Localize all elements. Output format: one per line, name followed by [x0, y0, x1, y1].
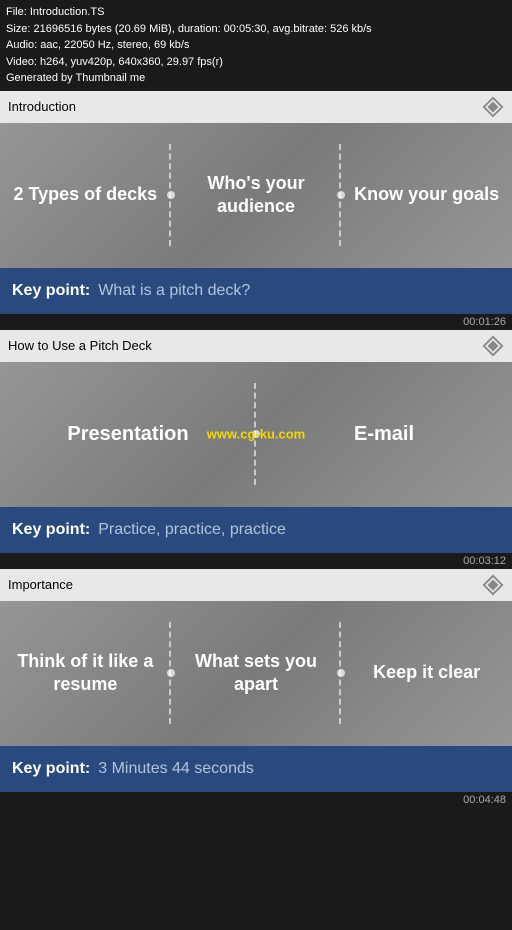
section-title-importance: Importance — [8, 577, 73, 592]
timestamp-1: 00:03:12 — [0, 553, 512, 569]
thumb-cell-0-1: Who's your audience — [171, 123, 342, 268]
section-label-introduction: Introduction — [0, 91, 512, 123]
diamond-icon-2 — [482, 335, 504, 357]
file-info-line5: Generated by Thumbnail me — [6, 70, 506, 87]
key-point-text-0: What is a pitch deck? — [98, 282, 250, 300]
key-point-label-2: Key point: — [12, 760, 90, 778]
section-introduction: Introduction 2 Types of decks Who's your… — [0, 91, 512, 330]
thumb-cell-1-0: Presentation — [0, 362, 256, 507]
file-info-line1: File: Introduction.TS — [6, 4, 506, 21]
thumb-section-importance: Think of it like a resume What sets you … — [0, 601, 512, 746]
key-point-text-1: Practice, practice, practice — [98, 521, 286, 539]
key-point-label-1: Key point: — [12, 521, 90, 539]
section-title-how-to-use: How to Use a Pitch Deck — [8, 338, 152, 353]
thumb-cell-0-0: 2 Types of decks — [0, 123, 171, 268]
file-info-line2: Size: 21696516 bytes (20.69 MiB), durati… — [6, 21, 506, 38]
timestamp-2: 00:04:48 — [0, 792, 512, 808]
key-point-text-2: 3 Minutes 44 seconds — [98, 760, 254, 778]
file-info-line3: Audio: aac, 22050 Hz, stereo, 69 kb/s — [6, 37, 506, 54]
divider-dot-2 — [337, 191, 345, 199]
thumb-grid-introduction: 2 Types of decks Who's your audience Kno… — [0, 123, 512, 268]
divider-dot-5 — [337, 669, 345, 677]
section-label-how-to-use: How to Use a Pitch Deck — [0, 330, 512, 362]
section-how-to-use: How to Use a Pitch Deck Presentation E-m… — [0, 330, 512, 569]
thumb-grid-importance: Think of it like a resume What sets you … — [0, 601, 512, 746]
section-title-introduction: Introduction — [8, 99, 76, 114]
diamond-icon-1 — [482, 96, 504, 118]
section-label-importance: Importance — [0, 569, 512, 601]
diamond-icon-3 — [482, 574, 504, 596]
thumb-cell-0-2: Know your goals — [341, 123, 512, 268]
file-info: File: Introduction.TS Size: 21696516 byt… — [0, 0, 512, 91]
thumb-section-introduction: 2 Types of decks Who's your audience Kno… — [0, 123, 512, 268]
key-point-bar-importance: Key point: 3 Minutes 44 seconds — [0, 746, 512, 792]
thumb-grid-how-to-use: Presentation E-mail — [0, 362, 512, 507]
key-point-label-0: Key point: — [12, 282, 90, 300]
thumb-cell-2-2: Keep it clear — [341, 601, 512, 746]
timestamp-0: 00:01:26 — [0, 314, 512, 330]
thumb-cell-1-1: E-mail — [256, 362, 512, 507]
thumb-section-how-to-use: Presentation E-mail www.cg-ku.com — [0, 362, 512, 507]
key-point-bar-introduction: Key point: What is a pitch deck? — [0, 268, 512, 314]
divider-dot-4 — [167, 669, 175, 677]
file-info-line4: Video: h264, yuv420p, 640x360, 29.97 fps… — [6, 54, 506, 71]
section-importance: Importance Think of it like a resume Wha… — [0, 569, 512, 808]
thumb-cell-2-1: What sets you apart — [171, 601, 342, 746]
thumb-cell-2-0: Think of it like a resume — [0, 601, 171, 746]
key-point-bar-how-to-use: Key point: Practice, practice, practice — [0, 507, 512, 553]
divider-dot-1 — [167, 191, 175, 199]
divider-dot-3 — [252, 430, 260, 438]
